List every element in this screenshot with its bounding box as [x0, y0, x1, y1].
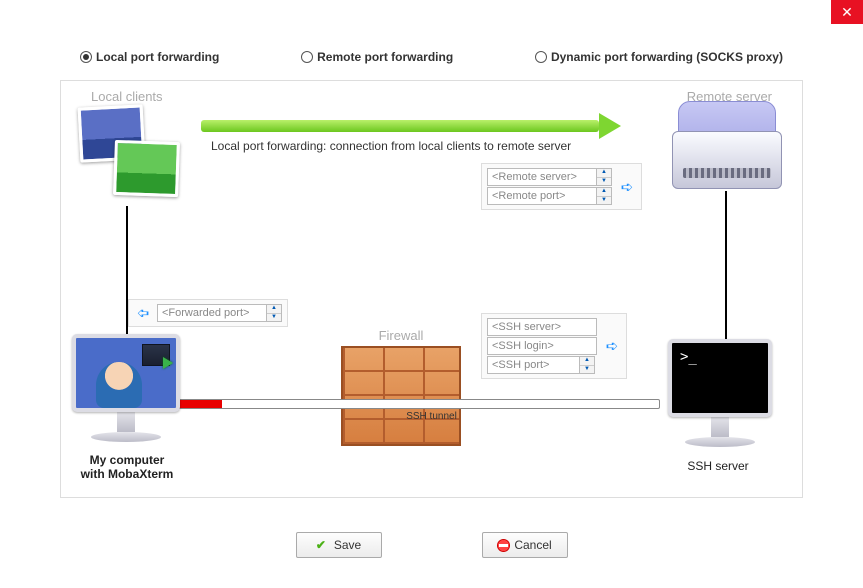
local-clients-icon	[79, 106, 189, 206]
diagram-frame: Local clients Local port forwarding: con…	[60, 80, 803, 498]
arrow-right-icon: ➪	[603, 337, 621, 355]
forwarded-port-field: ➪ <Forwarded port> ▲▼	[128, 299, 288, 327]
close-button[interactable]: ✕	[831, 0, 863, 24]
dialog-buttons: ✔ Save Cancel	[0, 532, 863, 558]
cancel-button[interactable]: Cancel	[482, 532, 568, 558]
arrow-icon	[201, 115, 621, 137]
no-entry-icon	[497, 539, 510, 552]
local-clients-label: Local clients	[91, 89, 163, 104]
radio-label: Remote port forwarding	[317, 50, 453, 64]
my-computer-icon	[61, 334, 191, 442]
radio-local-port-forwarding[interactable]: Local port forwarding	[80, 50, 219, 64]
firewall-label: Firewall	[341, 328, 461, 343]
ssh-fields: <SSH server> <SSH login> <SSH port> ▲▼ ➪	[481, 313, 627, 379]
radio-dynamic-port-forwarding[interactable]: Dynamic port forwarding (SOCKS proxy)	[535, 50, 783, 64]
ssh-port-spinner[interactable]: ▲▼	[580, 356, 595, 374]
forwarding-type-radios: Local port forwarding Remote port forwar…	[60, 50, 803, 64]
remote-server-spinner[interactable]: ▲▼	[597, 168, 612, 186]
forwarded-port-spinner[interactable]: ▲▼	[267, 304, 282, 322]
remote-port-input[interactable]: <Remote port>	[487, 187, 597, 205]
my-computer-caption: My computer with MobaXterm	[57, 453, 197, 481]
close-icon: ✕	[841, 4, 853, 21]
forwarded-port-input[interactable]: <Forwarded port>	[157, 304, 267, 322]
radio-dot-icon	[301, 51, 313, 63]
radio-dot-icon	[80, 51, 92, 63]
ssh-server-input[interactable]: <SSH server>	[487, 318, 597, 336]
arrow-left-icon: ➪	[134, 304, 152, 322]
arrow-right-icon: ➪	[618, 178, 636, 196]
remote-server-icon	[672, 101, 782, 191]
ssh-tunnel-bar	[161, 399, 660, 409]
save-label: Save	[334, 538, 361, 552]
cancel-label: Cancel	[514, 538, 551, 552]
check-icon: ✔	[316, 538, 330, 552]
firewall-icon: Firewall	[341, 346, 461, 446]
ssh-server-icon: >_	[660, 339, 780, 447]
remote-port-spinner[interactable]: ▲▼	[597, 187, 612, 205]
radio-dot-icon	[535, 51, 547, 63]
remote-server-input[interactable]: <Remote server>	[487, 168, 597, 186]
terminal-prompt: >_	[680, 349, 697, 365]
radio-label: Local port forwarding	[96, 50, 219, 64]
radio-label: Dynamic port forwarding (SOCKS proxy)	[551, 50, 783, 64]
radio-remote-port-forwarding[interactable]: Remote port forwarding	[301, 50, 453, 64]
connector-line	[725, 191, 727, 341]
arrow-caption: Local port forwarding: connection from l…	[211, 139, 571, 153]
ssh-server-caption: SSH server	[648, 459, 788, 473]
ssh-port-input[interactable]: <SSH port>	[487, 356, 580, 374]
remote-server-fields: <Remote server> ▲▼ <Remote port> ▲▼ ➪	[481, 163, 642, 210]
save-button[interactable]: ✔ Save	[296, 532, 382, 558]
ssh-login-input[interactable]: <SSH login>	[487, 337, 597, 355]
